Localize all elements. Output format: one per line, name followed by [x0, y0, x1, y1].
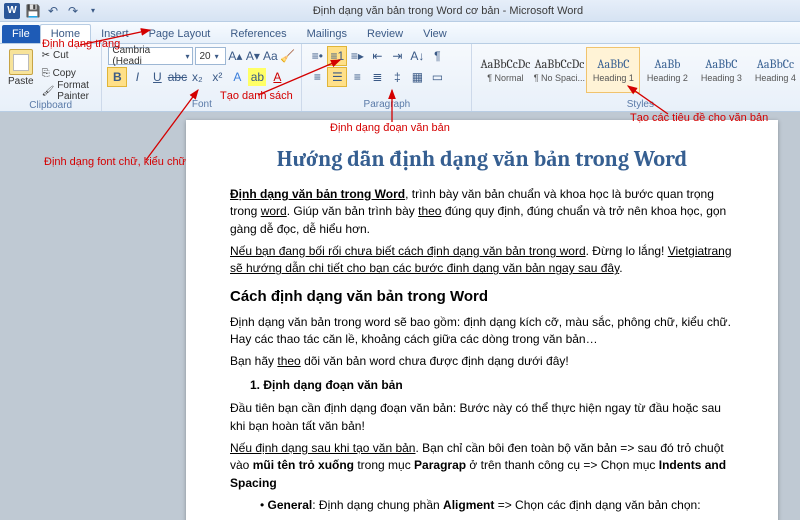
cut-icon: ✂	[42, 50, 50, 61]
format-painter-button[interactable]: 🖌Format Painter	[40, 83, 96, 99]
style-sample: AaBbC	[705, 57, 737, 71]
underline-button[interactable]: U	[148, 68, 166, 86]
save-icon[interactable]: 💾	[26, 4, 40, 18]
font-color-icon[interactable]: A	[268, 68, 286, 86]
font-name-combo[interactable]: Cambria (Headi▾	[108, 47, 193, 65]
quick-access-toolbar: 💾 ↶ ↷ ▾	[26, 4, 100, 18]
superscript-button[interactable]: x²	[208, 68, 226, 86]
tab-review[interactable]: Review	[357, 25, 413, 43]
styles-gallery: AaBbCcDc¶ NormalAaBbCcDc¶ No Spaci...AaB…	[478, 47, 800, 98]
style-name: ¶ Normal	[487, 73, 523, 83]
doc-paragraph: Định dạng văn bản trong word sẽ bao gồm:…	[230, 314, 734, 349]
tab-home[interactable]: Home	[40, 24, 91, 44]
clipboard-label: Clipboard	[6, 99, 95, 112]
align-center-icon[interactable]: ☰	[328, 68, 346, 86]
style-heading-2[interactable]: AaBb Heading 2	[640, 47, 694, 93]
paste-button[interactable]: Paste	[6, 47, 36, 99]
doc-title: Hướng dẫn định dạng văn bản trong Word	[230, 144, 734, 176]
ribbon: Paste ✂Cut ⎘Copy 🖌Format Painter Clipboa…	[0, 44, 800, 112]
grow-font-icon[interactable]: A▴	[228, 47, 243, 65]
paragraph-label: Paragraph	[308, 98, 465, 111]
doc-paragraph: Định dạng văn bản trong Word, trình bày …	[230, 186, 734, 238]
copy-icon: ⎘	[42, 68, 50, 79]
style-name: Heading 3	[701, 73, 742, 83]
style--no-spaci-[interactable]: AaBbCcDc ¶ No Spaci...	[532, 47, 586, 93]
style-name: ¶ No Spaci...	[534, 73, 585, 83]
change-case-icon[interactable]: Aa	[263, 47, 278, 65]
document-area[interactable]: Hướng dẫn định dạng văn bản trong Word Đ…	[0, 112, 800, 520]
copy-button[interactable]: ⎘Copy	[40, 65, 96, 81]
doc-bullet: General: Định dạng chung phần Aligment =…	[260, 497, 734, 514]
style--normal[interactable]: AaBbCcDc ¶ Normal	[478, 47, 532, 93]
tab-file[interactable]: File	[2, 25, 40, 43]
doc-h2: Cách định dạng văn bản trong Word	[230, 286, 734, 308]
style-sample: AaBb	[654, 57, 680, 71]
doc-list-item: 1. Định dạng đoạn văn bản	[250, 377, 734, 394]
undo-icon[interactable]: ↶	[46, 4, 60, 18]
italic-button[interactable]: I	[128, 68, 146, 86]
doc-paragraph: Bạn hãy theo dõi văn bản word chưa được …	[230, 353, 734, 370]
doc-paragraph: Nếu bạn đang bối rối chưa biết cách định…	[230, 243, 734, 278]
style-sample: AaBbCcDc	[534, 57, 584, 71]
doc-paragraph: Đầu tiên bạn cần định dạng đoạn văn bản:…	[230, 400, 734, 435]
bold-button[interactable]: B	[108, 68, 126, 86]
shading-icon[interactable]: ▦	[408, 68, 426, 86]
window-title: Định dạng văn bản trong Word cơ bản - Mi…	[100, 5, 796, 17]
increase-indent-icon[interactable]: ⇥	[388, 47, 406, 65]
group-styles: AaBbCcDc¶ NormalAaBbCcDc¶ No Spaci...AaB…	[472, 44, 800, 111]
qat-dropdown-icon[interactable]: ▾	[86, 4, 100, 18]
style-sample: AaBbC	[597, 57, 629, 71]
style-sample: AaBbCcDc	[480, 57, 530, 71]
style-name: Heading 1	[593, 73, 634, 83]
doc-paragraph: Nếu định dạng sau khi tạo văn bản. Bạn c…	[230, 440, 734, 492]
document-page[interactable]: Hướng dẫn định dạng văn bản trong Word Đ…	[186, 120, 778, 520]
brush-icon: 🖌	[42, 86, 55, 97]
tab-references[interactable]: References	[220, 25, 296, 43]
font-size-combo[interactable]: 20▾	[195, 47, 225, 65]
style-heading-1[interactable]: AaBbC Heading 1	[586, 47, 640, 93]
redo-icon[interactable]: ↷	[66, 4, 80, 18]
clear-format-icon[interactable]: 🧹	[280, 47, 295, 65]
chevron-down-icon: ▾	[215, 52, 219, 61]
styles-label: Styles	[478, 98, 800, 111]
show-marks-icon[interactable]: ¶	[428, 47, 446, 65]
subscript-button[interactable]: x₂	[188, 68, 206, 86]
multilevel-icon[interactable]: ≡▸	[348, 47, 366, 65]
tab-view[interactable]: View	[413, 25, 457, 43]
group-paragraph: ≡• ≡1 ≡▸ ⇤ ⇥ A↓ ¶ ≡ ☰ ≡ ≣ ‡ ▦ ▭ Paragrap…	[302, 44, 472, 111]
bullets-icon[interactable]: ≡•	[308, 47, 326, 65]
strike-button[interactable]: abc	[168, 68, 186, 86]
cut-button[interactable]: ✂Cut	[40, 47, 96, 63]
highlight-icon[interactable]: ab	[248, 68, 266, 86]
text-effects-icon[interactable]: A	[228, 68, 246, 86]
align-left-icon[interactable]: ≡	[308, 68, 326, 86]
tab-page-layout[interactable]: Page Layout	[139, 25, 221, 43]
numbering-icon[interactable]: ≡1	[328, 47, 346, 65]
style-name: Heading 4	[755, 73, 796, 83]
ribbon-tabs: File Home Insert Page Layout References …	[0, 22, 800, 44]
tab-insert[interactable]: Insert	[91, 25, 139, 43]
tab-mailings[interactable]: Mailings	[297, 25, 357, 43]
style-heading-3[interactable]: AaBbC Heading 3	[694, 47, 748, 93]
group-clipboard: Paste ✂Cut ⎘Copy 🖌Format Painter Clipboa…	[0, 44, 102, 111]
paste-label: Paste	[8, 76, 34, 87]
title-bar: W 💾 ↶ ↷ ▾ Định dạng văn bản trong Word c…	[0, 0, 800, 22]
align-right-icon[interactable]: ≡	[348, 68, 366, 86]
chevron-down-icon: ▾	[185, 52, 189, 61]
word-app-icon: W	[4, 3, 20, 19]
style-name: Heading 2	[647, 73, 688, 83]
justify-icon[interactable]: ≣	[368, 68, 386, 86]
sort-icon[interactable]: A↓	[408, 47, 426, 65]
style-heading-4[interactable]: AaBbCc Heading 4	[748, 47, 800, 93]
group-font: Cambria (Headi▾ 20▾ A▴ A▾ Aa 🧹 B I U abc…	[102, 44, 302, 111]
decrease-indent-icon[interactable]: ⇤	[368, 47, 386, 65]
line-spacing-icon[interactable]: ‡	[388, 68, 406, 86]
paste-icon	[9, 49, 33, 75]
borders-icon[interactable]: ▭	[428, 68, 446, 86]
shrink-font-icon[interactable]: A▾	[245, 47, 260, 65]
font-label: Font	[108, 98, 295, 111]
style-sample: AaBbCc	[757, 57, 794, 71]
